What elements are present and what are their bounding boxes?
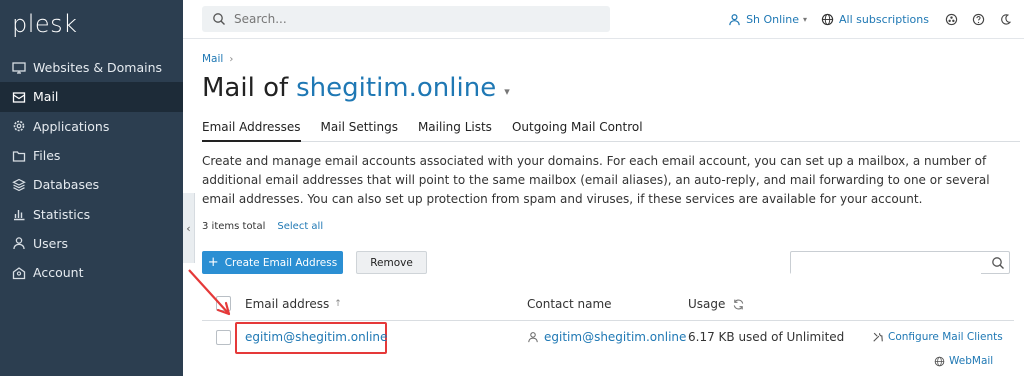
- column-usage: Usage: [688, 297, 745, 311]
- sidebar-item-users[interactable]: Users: [0, 229, 183, 258]
- search-icon[interactable]: [991, 256, 1005, 270]
- remove-button[interactable]: Remove: [356, 251, 427, 274]
- list-search-box: [790, 251, 1010, 274]
- page-description: Create and manage email accounts associa…: [202, 154, 990, 206]
- subscriptions-label: All subscriptions: [839, 13, 929, 26]
- tab-bar: Email Addresses Mail Settings Mailing Li…: [202, 120, 1020, 142]
- usage-value: 6.17 KB used of Unlimited: [688, 330, 845, 344]
- tools-icon: [873, 332, 883, 342]
- account-icon: [12, 266, 26, 280]
- sidebar-item-label: Files: [33, 148, 61, 164]
- extensions-button[interactable]: [945, 13, 958, 26]
- column-contact-label: Contact name: [527, 297, 612, 311]
- breadcrumb: Mail ›: [202, 53, 233, 65]
- sidebar-item-databases[interactable]: Databases: [0, 170, 183, 199]
- breadcrumb-separator-icon: ›: [229, 53, 234, 65]
- sidebar-item-label: Users: [33, 235, 69, 251]
- contact-name-link[interactable]: egitim@shegitim.online: [527, 330, 686, 344]
- sidebar-item-websites-domains[interactable]: Websites & Domains: [0, 53, 183, 82]
- sort-up-icon: ↑: [334, 299, 342, 309]
- globe-icon: [821, 13, 834, 26]
- chevron-down-icon: ▾: [803, 15, 808, 24]
- sidebar-item-label: Account: [33, 265, 84, 281]
- domain-selector[interactable]: shegitim.online: [296, 73, 496, 103]
- user-icon: [729, 14, 740, 26]
- sidebar: plesk Websites & Domains Mail Applicatio…: [0, 0, 183, 376]
- page-title: Mail of shegitim.online ▾: [202, 73, 510, 103]
- mail-icon: [12, 90, 26, 104]
- database-icon: [12, 178, 26, 192]
- chevron-down-icon[interactable]: ▾: [504, 85, 510, 98]
- moon-icon: [1001, 14, 1012, 25]
- column-contact-name: Contact name: [527, 297, 612, 311]
- sidebar-item-label: Statistics: [33, 206, 91, 222]
- create-button-label: Create Email Address: [224, 256, 338, 269]
- globe-icon: [934, 356, 945, 366]
- user-menu[interactable]: Sh Online ▾: [728, 13, 807, 26]
- webmail-link[interactable]: WebMail: [934, 355, 993, 367]
- tab-outgoing-mail-control[interactable]: Outgoing Mail Control: [512, 120, 643, 142]
- sidebar-collapse-handle[interactable]: ‹: [183, 193, 195, 263]
- tab-email-addresses[interactable]: Email Addresses: [202, 120, 301, 142]
- configure-mail-clients-link[interactable]: Configure Mail Clients: [872, 331, 1003, 343]
- column-usage-label: Usage: [688, 297, 726, 311]
- breadcrumb-item-mail[interactable]: Mail: [202, 53, 223, 65]
- theme-toggle[interactable]: [999, 13, 1012, 26]
- user-icon: [12, 236, 26, 250]
- list-summary: 3 items total Select all: [202, 221, 323, 232]
- webmail-label: WebMail: [949, 355, 994, 367]
- create-email-address-button[interactable]: + Create Email Address: [202, 251, 343, 274]
- sidebar-item-mail[interactable]: Mail: [0, 82, 183, 112]
- select-all-checkbox[interactable]: [216, 296, 231, 311]
- monitor-icon: [12, 61, 26, 75]
- bar-chart-icon: [12, 207, 26, 221]
- gear-icon: [12, 119, 26, 133]
- search-box: [202, 6, 610, 32]
- help-button[interactable]: [972, 13, 985, 26]
- sidebar-item-label: Databases: [33, 177, 100, 193]
- row-checkbox[interactable]: [216, 330, 231, 345]
- sidebar-item-applications[interactable]: Applications: [0, 112, 183, 141]
- search-icon: [213, 13, 225, 25]
- select-all-link[interactable]: Select all: [277, 221, 323, 232]
- top-right-controls: Sh Online ▾ All subscriptions: [728, 0, 1024, 39]
- table-header: Email address ↑ Contact name Usage: [202, 291, 1014, 321]
- tab-mailing-lists[interactable]: Mailing Lists: [418, 120, 492, 142]
- email-address-link[interactable]: egitim@shegitim.online: [245, 330, 387, 344]
- items-total: 3 items total: [202, 221, 266, 232]
- sidebar-nav: Websites & Domains Mail Applications Fil…: [0, 53, 183, 287]
- plesk-logo: plesk: [12, 10, 78, 38]
- refresh-icon[interactable]: [732, 298, 745, 311]
- sidebar-item-statistics[interactable]: Statistics: [0, 199, 183, 228]
- list-search-input[interactable]: [791, 253, 981, 274]
- table-row: egitim@shegitim.online egitim@shegitim.o…: [202, 322, 1014, 376]
- page-title-prefix: Mail of: [202, 73, 289, 103]
- folder-icon: [12, 149, 26, 163]
- plus-icon: +: [207, 255, 219, 270]
- help-icon: [972, 13, 985, 26]
- search-input[interactable]: [234, 12, 594, 26]
- puzzle-icon: [945, 13, 958, 26]
- column-email-address[interactable]: Email address ↑: [245, 297, 342, 311]
- user-icon: [528, 332, 538, 343]
- subscriptions-selector[interactable]: All subscriptions: [821, 13, 929, 26]
- sidebar-item-account[interactable]: Account: [0, 258, 183, 287]
- configure-label: Configure Mail Clients: [888, 331, 1003, 343]
- sidebar-item-label: Mail: [33, 89, 59, 105]
- sidebar-item-label: Applications: [33, 118, 110, 134]
- chevron-left-icon: ‹: [186, 221, 191, 235]
- contact-name-text: egitim@shegitim.online: [544, 330, 687, 344]
- tab-mail-settings[interactable]: Mail Settings: [321, 120, 398, 142]
- column-email-label: Email address: [245, 297, 330, 311]
- user-menu-label: Sh Online: [746, 13, 800, 26]
- sidebar-item-label: Websites & Domains: [33, 60, 163, 76]
- sidebar-item-files[interactable]: Files: [0, 141, 183, 170]
- top-bar: Sh Online ▾ All subscriptions: [183, 0, 1024, 39]
